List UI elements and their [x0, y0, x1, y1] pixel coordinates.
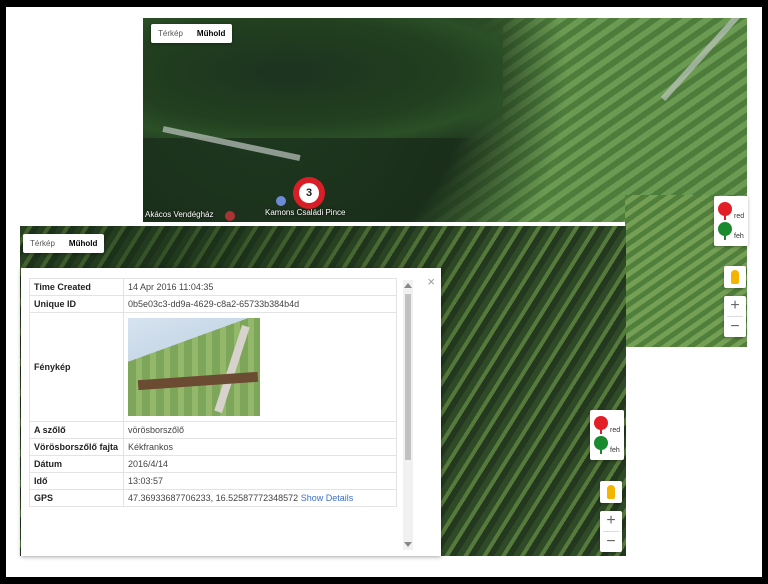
scroll-down-icon[interactable]	[404, 542, 412, 547]
attr-value: 47.36933687706233, 16.52587772348572 Sho…	[123, 489, 397, 507]
zoom-control[interactable]: + −	[724, 296, 746, 337]
legend-label: feh	[610, 447, 620, 454]
gps-coordinates: 47.36933687706233, 16.52587772348572	[128, 493, 299, 503]
road	[660, 18, 746, 102]
legend-label: red	[610, 427, 621, 434]
cluster-marker[interactable]: 3	[293, 177, 325, 209]
top-satellite-map[interactable]: Térkép Műhold Akácos Vendégház Kamons Cs…	[143, 18, 747, 222]
attr-key: A szőlő	[29, 421, 124, 439]
legend-item-red: red	[594, 416, 620, 434]
legend-label: feh	[734, 233, 744, 240]
zoom-in-button[interactable]: +	[724, 296, 746, 316]
attr-value-photo	[123, 312, 397, 422]
map-type-satellite[interactable]: Műhold	[190, 24, 232, 43]
scrollbar[interactable]	[403, 280, 413, 550]
place-label-winery[interactable]: Kamons Családi Pince	[265, 208, 345, 217]
green-pin-icon	[594, 436, 608, 454]
legend-label: red	[734, 213, 745, 220]
table-row: Idő 13:03:57	[29, 472, 397, 490]
map-type-map[interactable]: Térkép	[23, 234, 62, 253]
place-label-restaurant[interactable]: Akácos Vendégház	[145, 210, 214, 219]
street-view-pegman-icon[interactable]	[600, 481, 622, 503]
legend-top: red feh	[714, 196, 749, 246]
legend-item-feh: feh	[594, 436, 620, 454]
attr-key: Dátum	[29, 455, 124, 473]
scroll-up-icon[interactable]	[404, 283, 412, 288]
map-type-satellite[interactable]: Műhold	[62, 234, 104, 253]
legend-main: red feh	[590, 410, 625, 460]
map-type-toggle[interactable]: Térkép Műhold	[151, 24, 233, 43]
photo-vine	[137, 371, 259, 391]
map-type-map[interactable]: Térkép	[151, 24, 190, 43]
attr-value: vörösborszőlő	[123, 421, 397, 439]
zoom-control[interactable]: + −	[600, 511, 622, 552]
attr-key: Unique ID	[29, 295, 124, 313]
attr-value: 13:03:57	[123, 472, 397, 490]
table-row: Dátum 2016/4/14	[29, 455, 397, 473]
map-type-toggle[interactable]: Térkép Műhold	[23, 234, 105, 253]
zoom-out-button[interactable]: −	[724, 317, 746, 337]
green-pin-icon	[718, 222, 732, 240]
red-pin-icon	[718, 202, 732, 220]
red-pin-icon	[594, 416, 608, 434]
close-icon[interactable]: ×	[427, 274, 435, 289]
attr-value: 14 Apr 2016 11:04:35	[123, 278, 397, 296]
info-window-content[interactable]: Time Created 14 Apr 2016 11:04:35 Unique…	[29, 278, 421, 550]
attr-value: Kékfrankos	[123, 438, 397, 456]
attr-key: Fénykép	[29, 312, 124, 422]
attr-value: 0b5e03c3-dd9a-4629-c8a2-65733b384b4d	[123, 295, 397, 313]
photo-post	[214, 324, 250, 414]
street-view-pegman-icon[interactable]	[724, 266, 746, 288]
attr-key: GPS	[29, 489, 124, 507]
attribute-table: Time Created 14 Apr 2016 11:04:35 Unique…	[29, 278, 397, 507]
legend-item-red: red	[718, 202, 744, 220]
legend-item-feh: feh	[718, 222, 744, 240]
zoom-in-button[interactable]: +	[600, 511, 622, 531]
table-row: GPS 47.36933687706233, 16.52587772348572…	[29, 489, 397, 507]
winery-icon[interactable]	[276, 196, 286, 206]
table-row: Fénykép	[29, 312, 397, 422]
info-window: × Time Created 14 Apr 2016 11:04:35 Uniq…	[21, 268, 441, 556]
attr-key: Vörösborszőlő fajta	[29, 438, 124, 456]
scrollbar-thumb[interactable]	[405, 294, 411, 460]
table-row: Unique ID 0b5e03c3-dd9a-4629-c8a2-65733b…	[29, 295, 397, 313]
show-details-link[interactable]: Show Details	[301, 493, 354, 503]
table-row: A szőlő vörösborszőlő	[29, 421, 397, 439]
attr-value: 2016/4/14	[123, 455, 397, 473]
cluster-count: 3	[299, 183, 319, 203]
attr-key: Idő	[29, 472, 124, 490]
attr-key: Time Created	[29, 278, 124, 296]
vineyard-photo[interactable]	[128, 318, 260, 416]
table-row: Vörösborszőlő fajta Kékfrankos	[29, 438, 397, 456]
table-row: Time Created 14 Apr 2016 11:04:35	[29, 278, 397, 296]
zoom-out-button[interactable]: −	[600, 532, 622, 552]
place-icon[interactable]	[225, 211, 235, 221]
